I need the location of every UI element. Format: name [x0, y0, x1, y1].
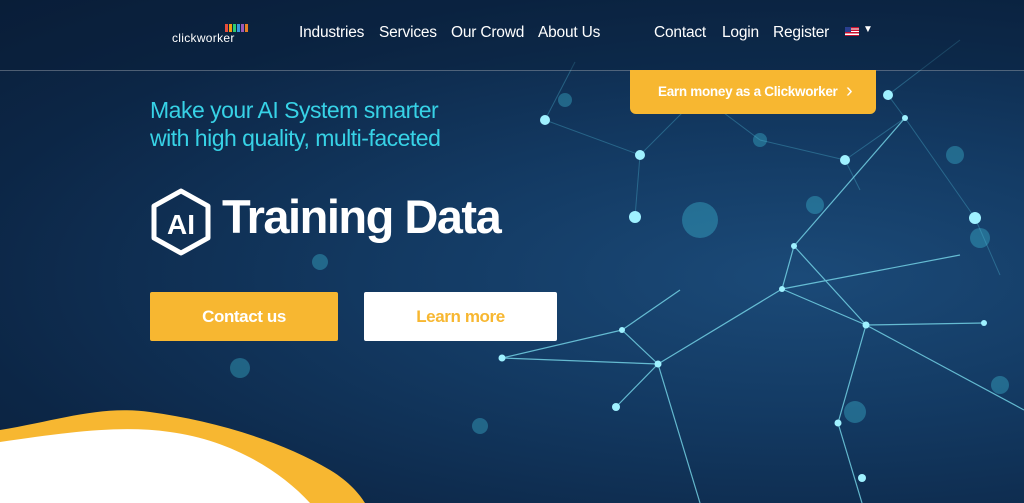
- logo-bar: [237, 24, 240, 32]
- ai-badge-text: AI: [167, 209, 195, 240]
- ai-hexagon-badge: AI: [151, 188, 211, 256]
- logo-bar: [241, 24, 244, 32]
- earn-money-label: Earn money as a Clickworker: [658, 84, 838, 99]
- top-navigation-bar: clickworker Industries Services Our Crow…: [0, 0, 1024, 71]
- nav-industries[interactable]: Industries: [299, 24, 364, 42]
- clickworker-logo[interactable]: clickworker: [170, 22, 252, 45]
- contact-us-button[interactable]: Contact us: [150, 292, 338, 341]
- tagline-line-2: with high quality, multi-faceted: [150, 125, 441, 151]
- chevron-right-icon: ›: [846, 80, 853, 102]
- earn-money-button[interactable]: Earn money as a Clickworker ›: [630, 70, 876, 114]
- tagline-line-1: Make your AI System smarter: [150, 97, 439, 123]
- nav-our-crowd[interactable]: Our Crowd: [451, 24, 524, 42]
- us-flag-icon[interactable]: [845, 27, 859, 36]
- nav-register[interactable]: Register: [773, 24, 829, 42]
- nav-about-us[interactable]: About Us: [538, 24, 600, 42]
- chevron-down-icon[interactable]: ▼: [863, 24, 873, 35]
- hero-tagline: Make your AI System smarter with high qu…: [150, 96, 441, 152]
- nav-services[interactable]: Services: [379, 24, 437, 42]
- learn-more-button[interactable]: Learn more: [364, 292, 557, 341]
- hero-title: Training Data: [222, 190, 502, 243]
- nav-contact[interactable]: Contact: [654, 24, 706, 42]
- logo-bar: [245, 24, 248, 32]
- nav-login[interactable]: Login: [722, 24, 759, 42]
- logo-text: clickworker: [172, 31, 235, 45]
